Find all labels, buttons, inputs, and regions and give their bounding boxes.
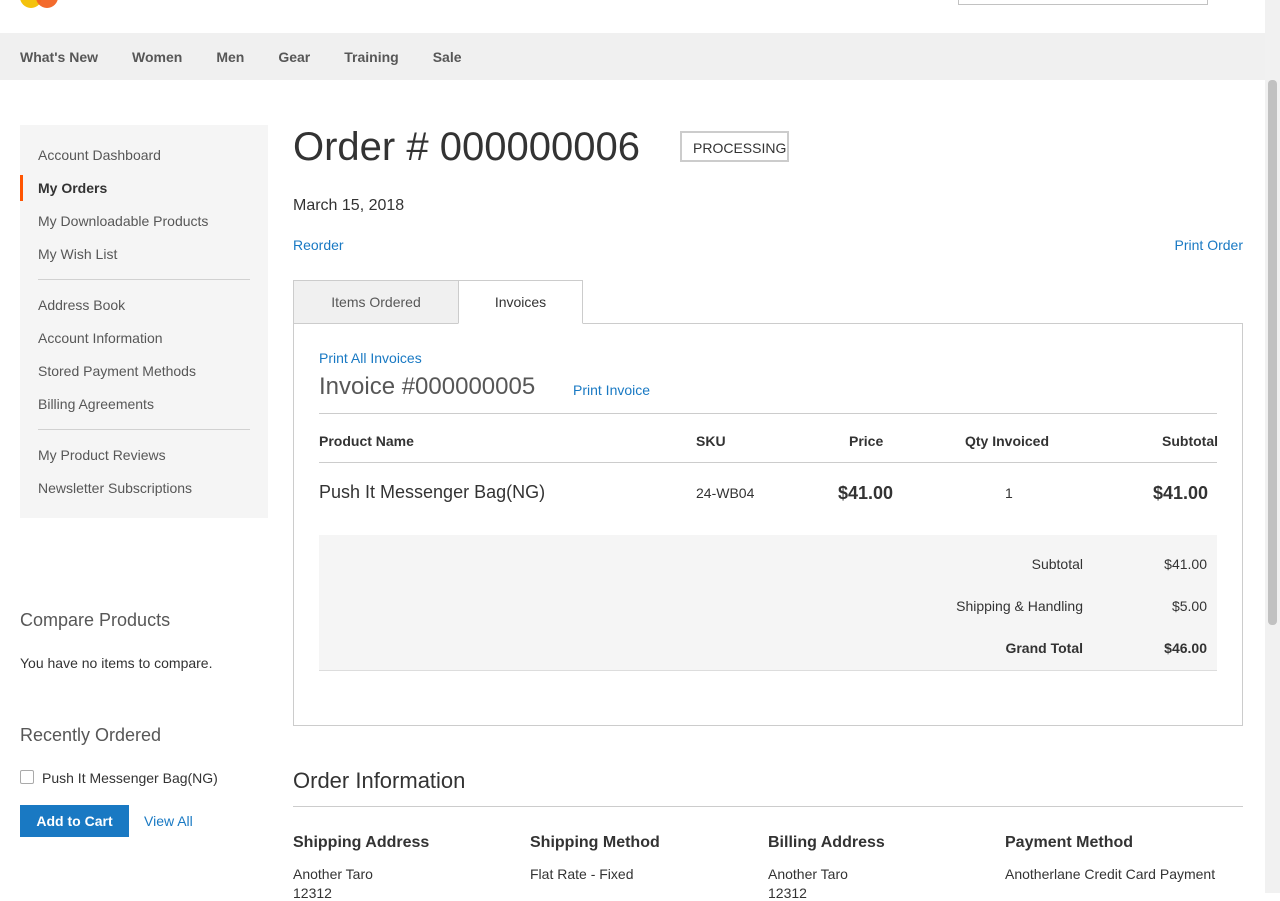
- scrollbar-thumb[interactable]: [1268, 80, 1277, 625]
- nav-item-women[interactable]: Women: [132, 49, 182, 65]
- billing-address-block: Billing Address Another Taro 12312: [768, 834, 988, 901]
- product-sku: 24-WB04: [696, 485, 755, 501]
- column-header-product: Product Name: [319, 433, 414, 449]
- billing-address-heading: Billing Address: [768, 834, 885, 851]
- shipping-address-line: 12312: [293, 885, 332, 901]
- shipping-address-heading: Shipping Address: [293, 834, 430, 851]
- column-header-subtotal: Subtotal: [1162, 433, 1218, 449]
- nav-item-whats-new[interactable]: What's New: [20, 49, 98, 65]
- print-invoice-link[interactable]: Print Invoice: [573, 382, 650, 398]
- compare-products-title: Compare Products: [20, 610, 171, 630]
- grand-total-label: Grand Total: [1005, 640, 1083, 656]
- sidebar-item-stored-payment-methods[interactable]: Stored Payment Methods: [38, 363, 196, 379]
- product-qty: 1: [1005, 485, 1013, 501]
- sidebar-divider: [38, 279, 250, 280]
- shipping-label: Shipping & Handling: [956, 598, 1083, 614]
- product-subtotal: $41.00: [1152, 483, 1208, 503]
- shipping-address-name: Another Taro: [293, 866, 373, 882]
- shipping-address-block: Shipping Address Another Taro 12312: [293, 834, 513, 901]
- sidebar-item-account-dashboard[interactable]: Account Dashboard: [38, 147, 161, 163]
- product-price: $41.00: [838, 483, 894, 503]
- sidebar-item-billing-agreements[interactable]: Billing Agreements: [38, 396, 154, 412]
- table-divider: [319, 462, 1217, 463]
- compare-empty-text: You have no items to compare.: [20, 655, 213, 671]
- view-all-link[interactable]: View All: [144, 813, 193, 829]
- order-date: March 15, 2018: [293, 197, 405, 214]
- column-header-sku: SKU: [696, 433, 726, 449]
- nav-item-sale[interactable]: Sale: [433, 49, 462, 65]
- sidebar-item-newsletter[interactable]: Newsletter Subscriptions: [38, 480, 192, 496]
- column-header-qty: Qty Invoiced: [965, 433, 1050, 449]
- order-status-badge: PROCESSING: [680, 131, 789, 162]
- sidebar-item-account-information[interactable]: Account Information: [38, 330, 163, 346]
- sidebar-item-wish-list[interactable]: My Wish List: [38, 246, 117, 262]
- payment-method-value: Anotherlane Credit Card Payment: [1005, 866, 1216, 882]
- logo-shape: [36, 0, 58, 8]
- tab-items-ordered[interactable]: Items Ordered: [293, 280, 459, 324]
- sidebar-divider: [38, 429, 250, 430]
- sidebar-item-product-reviews[interactable]: My Product Reviews: [38, 447, 166, 463]
- billing-address-name: Another Taro: [768, 866, 848, 882]
- table-divider: [319, 413, 1217, 414]
- subtotal-label: Subtotal: [1031, 556, 1083, 572]
- shipping-method-value: Flat Rate - Fixed: [530, 866, 634, 882]
- recently-ordered-title: Recently Ordered: [20, 725, 162, 745]
- nav-item-training[interactable]: Training: [344, 49, 398, 65]
- invoice-totals: Subtotal $41.00 Shipping & Handling $5.0…: [319, 535, 1217, 671]
- sidebar-item-downloadable-products[interactable]: My Downloadable Products: [38, 213, 208, 229]
- store-logo[interactable]: [20, 0, 66, 8]
- active-indicator: [20, 175, 23, 201]
- grand-total-value: $46.00: [1164, 640, 1207, 656]
- print-order-link[interactable]: Print Order: [1175, 237, 1243, 253]
- payment-method-block: Payment Method Anotherlane Credit Card P…: [1005, 834, 1255, 882]
- order-information-title: Order Information: [293, 768, 466, 793]
- recently-ordered-item[interactable]: Push It Messenger Bag(NG): [42, 770, 218, 786]
- main-navigation: What's New Women Men Gear Training Sale: [0, 33, 1265, 80]
- shipping-method-heading: Shipping Method: [530, 834, 660, 851]
- account-sidebar: Account Dashboard My Orders My Downloada…: [20, 125, 268, 518]
- section-divider: [293, 806, 1243, 807]
- nav-item-men[interactable]: Men: [216, 49, 244, 65]
- header: [0, 0, 1265, 33]
- print-all-invoices-link[interactable]: Print All Invoices: [319, 350, 422, 366]
- shipping-method-block: Shipping Method Flat Rate - Fixed: [530, 834, 750, 882]
- search-input[interactable]: [958, 0, 1208, 5]
- subtotal-value: $41.00: [1164, 556, 1207, 572]
- shipping-value: $5.00: [1171, 598, 1207, 614]
- sidebar-item-my-orders[interactable]: My Orders: [38, 180, 107, 196]
- column-header-price: Price: [849, 433, 884, 449]
- nav-item-gear[interactable]: Gear: [278, 49, 310, 65]
- recently-ordered-checkbox[interactable]: [20, 770, 34, 784]
- reorder-link[interactable]: Reorder: [293, 237, 344, 253]
- sidebar-item-address-book[interactable]: Address Book: [38, 297, 125, 313]
- payment-method-heading: Payment Method: [1005, 834, 1134, 851]
- product-name: Push It Messenger Bag(NG): [319, 482, 546, 502]
- invoices-panel: Print All Invoices Invoice #000000005 Pr…: [293, 323, 1243, 726]
- page-title: Order # 000000006: [293, 125, 640, 169]
- add-to-cart-button[interactable]: Add to Cart: [20, 805, 129, 837]
- tab-invoices[interactable]: Invoices: [458, 280, 583, 324]
- invoice-title: Invoice #000000005: [319, 373, 536, 400]
- scrollbar[interactable]: [1265, 0, 1280, 893]
- billing-address-line: 12312: [768, 885, 807, 901]
